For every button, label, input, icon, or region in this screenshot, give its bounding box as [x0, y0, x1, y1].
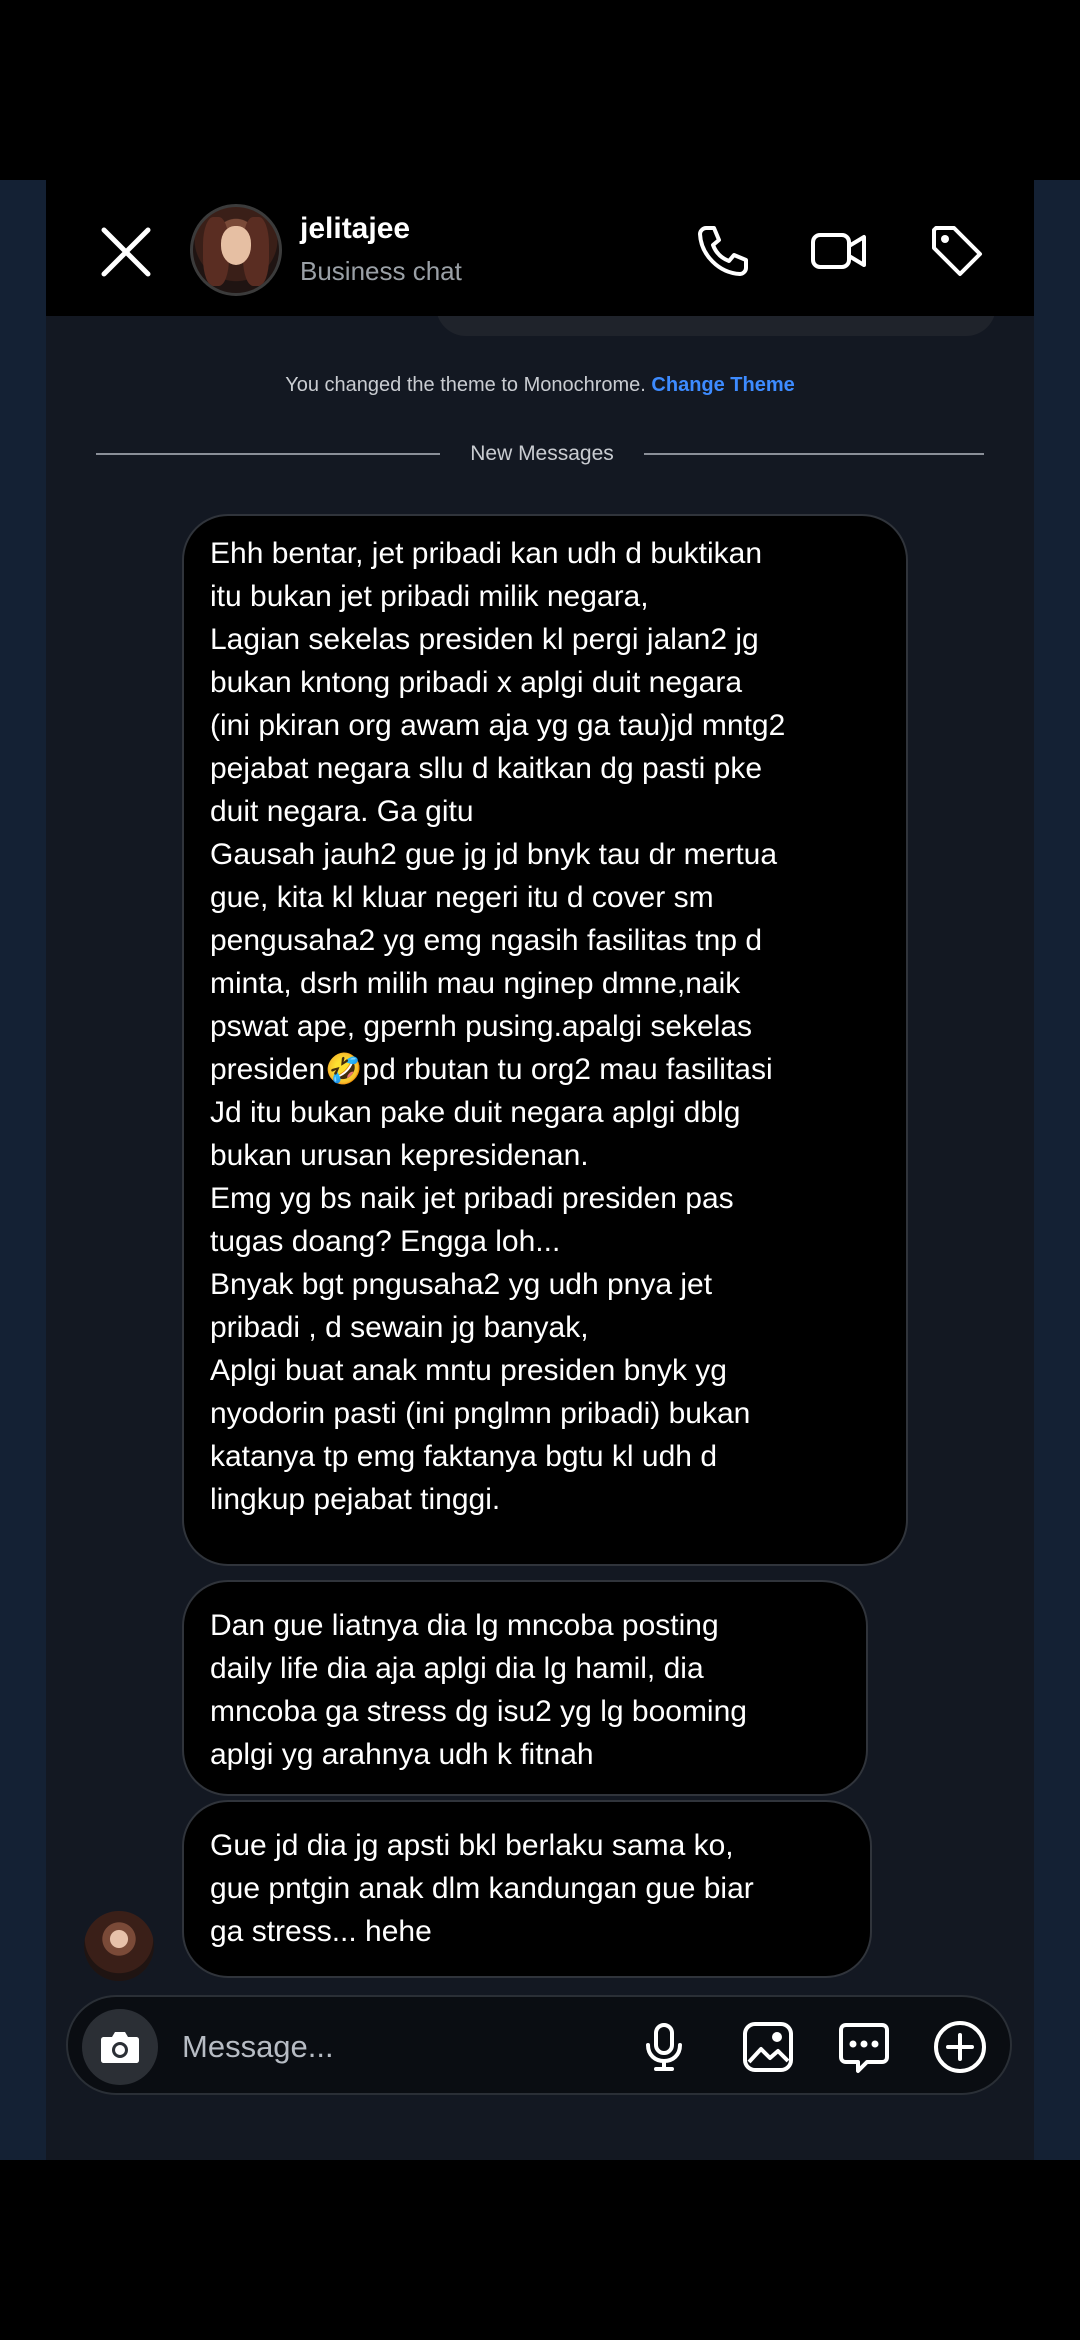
tag-icon[interactable] — [926, 220, 988, 282]
theme-change-notice: You changed the theme to Monochrome. Cha… — [46, 374, 1034, 397]
message-input[interactable] — [182, 2027, 482, 2067]
message-bubble[interactable]: Ehh bentar, jet pribadi kan udh d buktik… — [182, 514, 908, 1566]
video-icon[interactable] — [808, 220, 870, 282]
plus-icon[interactable] — [932, 2019, 988, 2075]
left-edge — [0, 180, 46, 2160]
close-icon[interactable] — [96, 222, 156, 282]
chat-screen: jelitajee Business chat You changed the … — [46, 180, 1034, 2160]
change-theme-link[interactable]: Change Theme — [651, 374, 794, 396]
theme-change-text: You changed the theme to Monochrome. — [285, 374, 652, 396]
avatar[interactable] — [190, 204, 282, 296]
message-composer — [66, 1995, 1012, 2095]
chat-header: jelitajee Business chat — [46, 180, 1034, 316]
contact-name[interactable]: jelitajee — [300, 212, 410, 246]
sticker-icon[interactable] — [836, 2019, 892, 2075]
right-edge — [1034, 180, 1080, 2160]
message-bubble[interactable]: Dan gue liatnya dia lg mncoba posting da… — [182, 1580, 868, 1796]
camera-icon[interactable] — [82, 2009, 158, 2085]
divider-line — [96, 453, 440, 455]
contact-subtitle: Business chat — [300, 256, 462, 286]
divider-line — [644, 453, 984, 455]
gallery-icon[interactable] — [740, 2019, 796, 2075]
message-bubble[interactable]: Gue jd dia jg apsti bkl berlaku sama ko,… — [182, 1800, 872, 1978]
call-icon[interactable] — [692, 220, 754, 282]
sender-avatar[interactable] — [84, 1911, 154, 1981]
new-messages-label: New Messages — [470, 442, 614, 465]
mic-icon[interactable] — [636, 2019, 692, 2075]
